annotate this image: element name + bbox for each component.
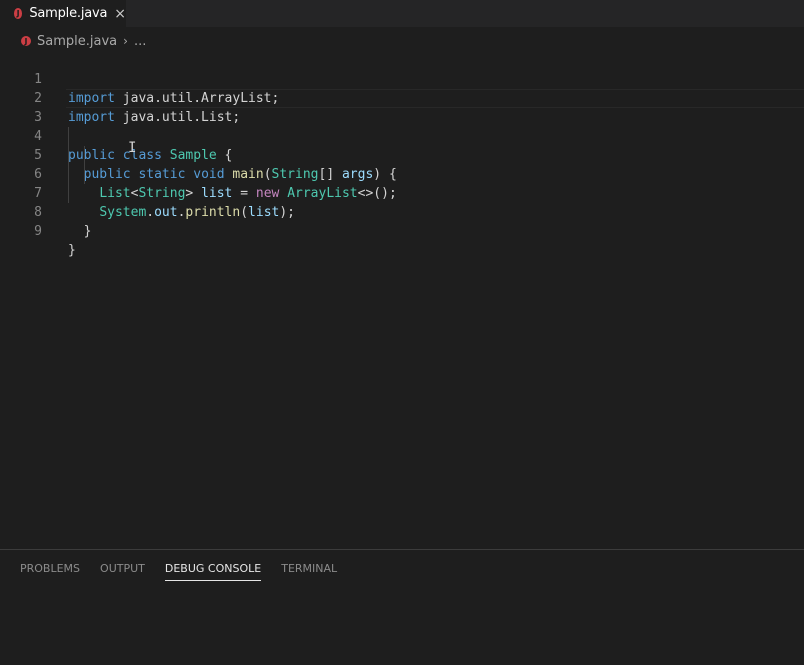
text-cursor-icon: I [128,140,137,156]
indent-guide [84,146,85,184]
tab-problems[interactable]: PROBLEMS [20,562,80,581]
tab-output[interactable]: OUTPUT [100,562,145,581]
java-file-icon: J [21,36,31,46]
code-line: 9 } [0,203,804,258]
code-line: 4 public class Sample { [0,108,804,163]
code-line: 8 } [0,184,804,239]
code-text: } [68,243,76,258]
tab-terminal[interactable]: TERMINAL [281,562,337,581]
breadcrumb-more[interactable]: ... [134,34,146,49]
editor-tab-bar: J Sample.java × [0,0,804,27]
tab-sample-java[interactable]: J Sample.java × [0,0,126,27]
breadcrumb: J Sample.java › ... [0,30,804,52]
code-line: 1 import java.util.ArrayList; [0,51,804,106]
code-line: 5 public static void main(String[] args)… [0,127,804,182]
tab-debug-console[interactable]: DEBUG CONSOLE [164,562,262,581]
code-line: 3 [0,89,804,125]
panel-tabs: PROBLEMS OUTPUT DEBUG CONSOLE TERMINAL [20,562,357,581]
breadcrumb-file[interactable]: Sample.java [37,34,117,49]
indent-guide [68,127,69,203]
code-text: } [68,224,92,239]
tab-label: Sample.java [29,6,108,21]
code-editor[interactable]: 1 import java.util.ArrayList; 2 import j… [0,51,804,258]
code-line: 2 import java.util.List; [0,70,804,125]
close-icon[interactable]: × [114,7,126,21]
bottom-panel: PROBLEMS OUTPUT DEBUG CONSOLE TERMINAL [0,549,804,665]
code-line: 6 List<String> list = new ArrayList<>(); [0,146,804,201]
code-line: 7 System.out.println(list); [0,165,804,220]
java-file-icon: J [14,8,23,19]
line-number: 9 [34,224,42,239]
chevron-right-icon: › [123,34,128,48]
